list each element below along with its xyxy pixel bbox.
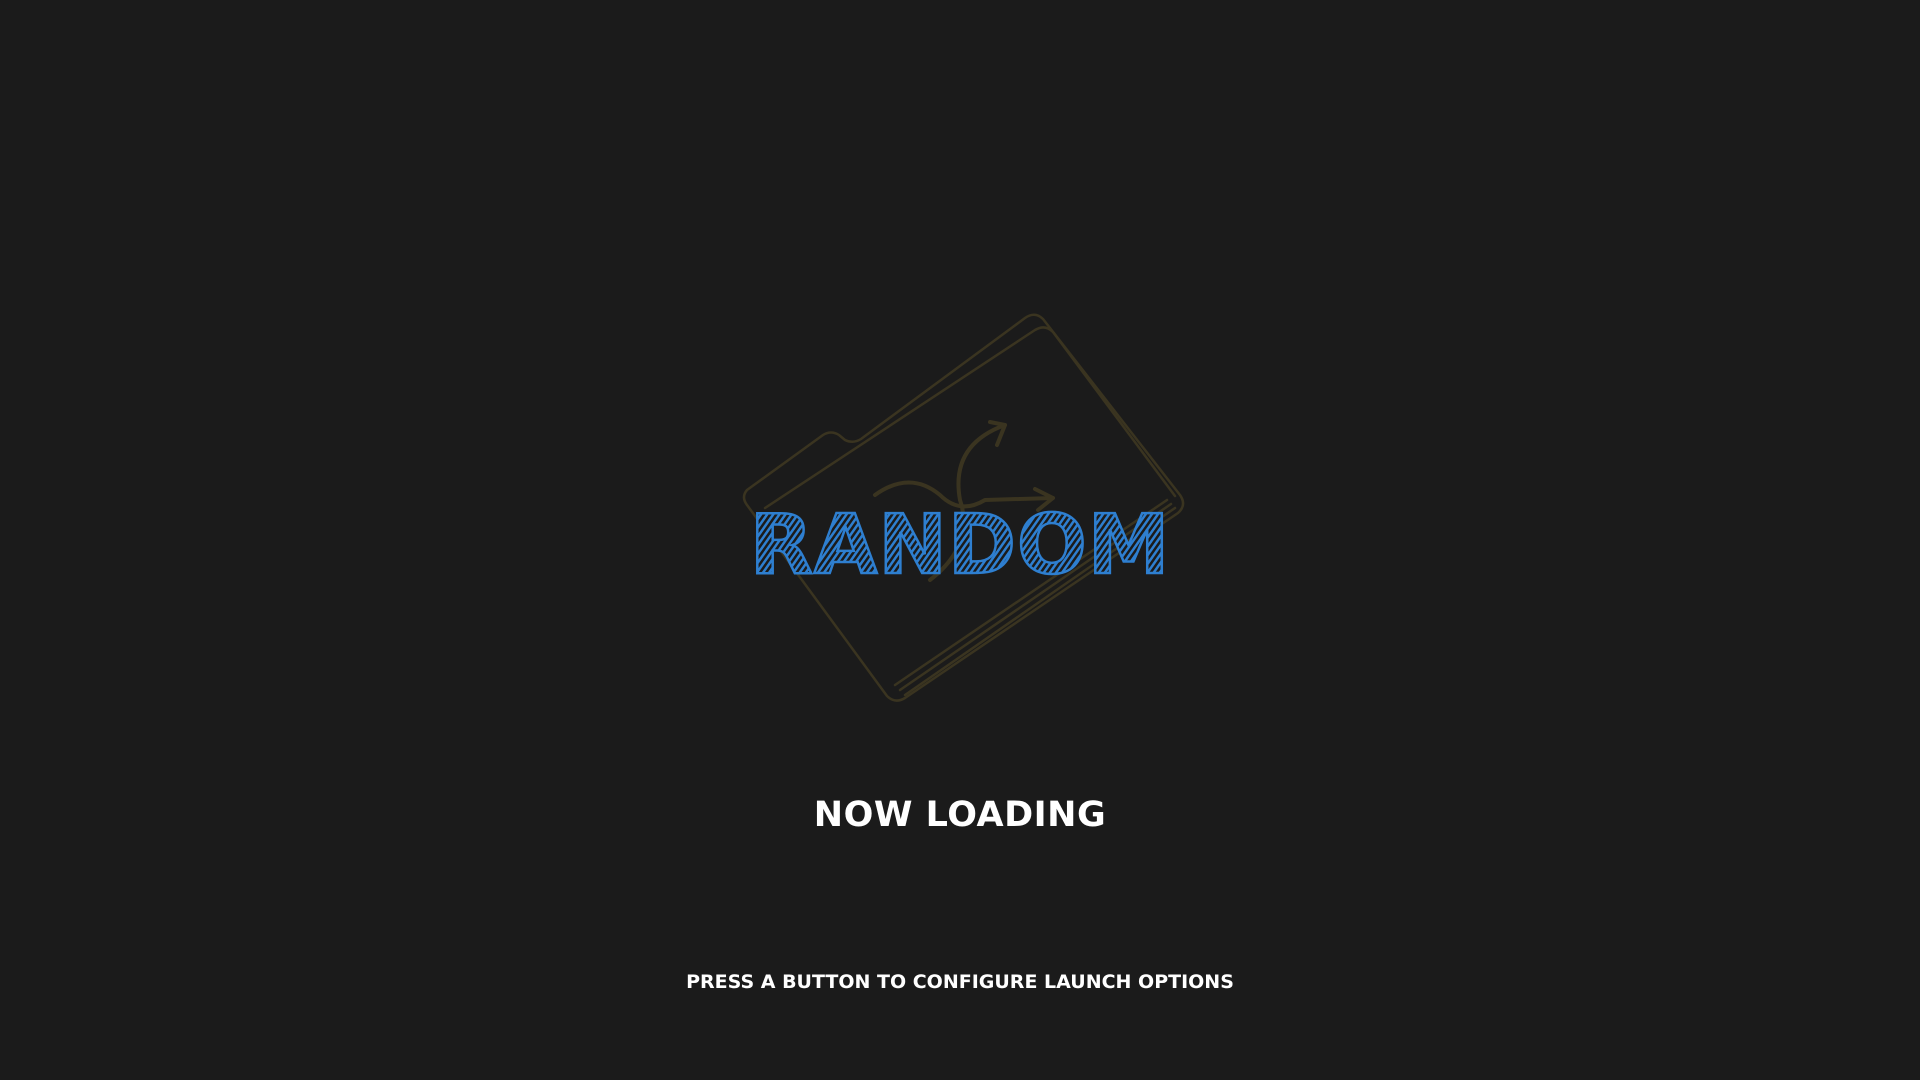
logo-title: RANDOM bbox=[750, 498, 1171, 590]
loading-screen: RANDOM NOW LOADING PRESS A BUTTON TO CON… bbox=[0, 0, 1920, 1080]
logo-random: RANDOM bbox=[748, 497, 1171, 590]
loading-status: NOW LOADING bbox=[813, 795, 1107, 835]
launch-options-prompt: PRESS A BUTTON TO CONFIGURE LAUNCH OPTIO… bbox=[686, 971, 1234, 993]
